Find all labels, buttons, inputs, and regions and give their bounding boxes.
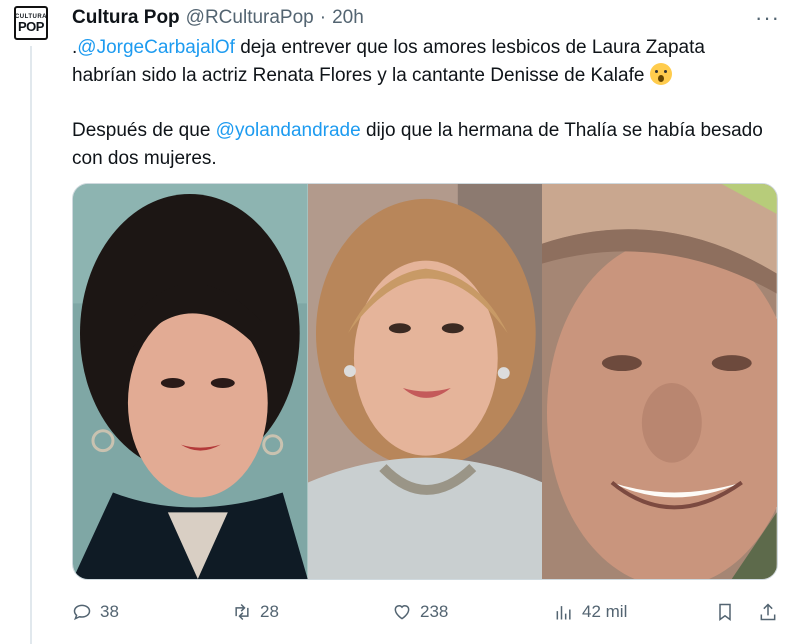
like-count: 238 <box>420 602 449 621</box>
bookmark-button[interactable] <box>715 602 735 622</box>
retweet-count: 28 <box>260 602 279 621</box>
paragraph-prefix: Después de que <box>72 120 216 141</box>
tweet-time[interactable]: 20h <box>332 7 364 29</box>
tweet-paragraph-2: Después de que @yolandandrade dijo que l… <box>72 117 772 173</box>
author-handle[interactable]: @RCulturaPop <box>186 7 314 29</box>
reply-button[interactable]: 38 <box>72 602 119 622</box>
media-grid <box>72 183 778 580</box>
reply-icon <box>73 604 91 621</box>
avatar[interactable]: CULTURA POP <box>14 6 48 40</box>
tweet-paragraph-1: .@JorgeCarbajalOf deja entrever que los … <box>72 34 772 90</box>
views-icon <box>556 606 571 620</box>
mention-link[interactable]: @yolandandrade <box>216 120 361 141</box>
mention-link[interactable]: @JorgeCarbajalOf <box>77 37 235 58</box>
bookmark-icon <box>719 603 731 621</box>
heart-icon <box>394 605 410 620</box>
photo-woman-hat[interactable] <box>542 184 777 579</box>
separator: · <box>319 7 327 28</box>
retweet-button[interactable]: 28 <box>232 602 279 622</box>
share-button[interactable] <box>758 602 778 622</box>
action-bar: 38 28 238 42 mil <box>72 596 778 628</box>
avatar-text-bottom: POP <box>18 18 44 34</box>
author-name[interactable]: Cultura Pop <box>72 7 180 29</box>
views-button[interactable]: 42 mil <box>554 602 627 622</box>
tweet-header: Cultura Pop @RCulturaPop · 20h ··· <box>72 6 780 30</box>
share-icon <box>760 603 776 621</box>
photo-woman-blonde[interactable] <box>307 184 543 579</box>
more-options-icon[interactable]: ··· <box>755 7 780 29</box>
scream-emoji-icon <box>650 63 673 85</box>
thread-line <box>30 46 32 644</box>
reply-count: 38 <box>100 602 119 621</box>
photo-woman-dark-hair[interactable] <box>73 184 308 579</box>
views-count: 42 mil <box>582 602 628 621</box>
like-button[interactable]: 238 <box>392 602 448 622</box>
retweet-icon <box>235 603 249 621</box>
